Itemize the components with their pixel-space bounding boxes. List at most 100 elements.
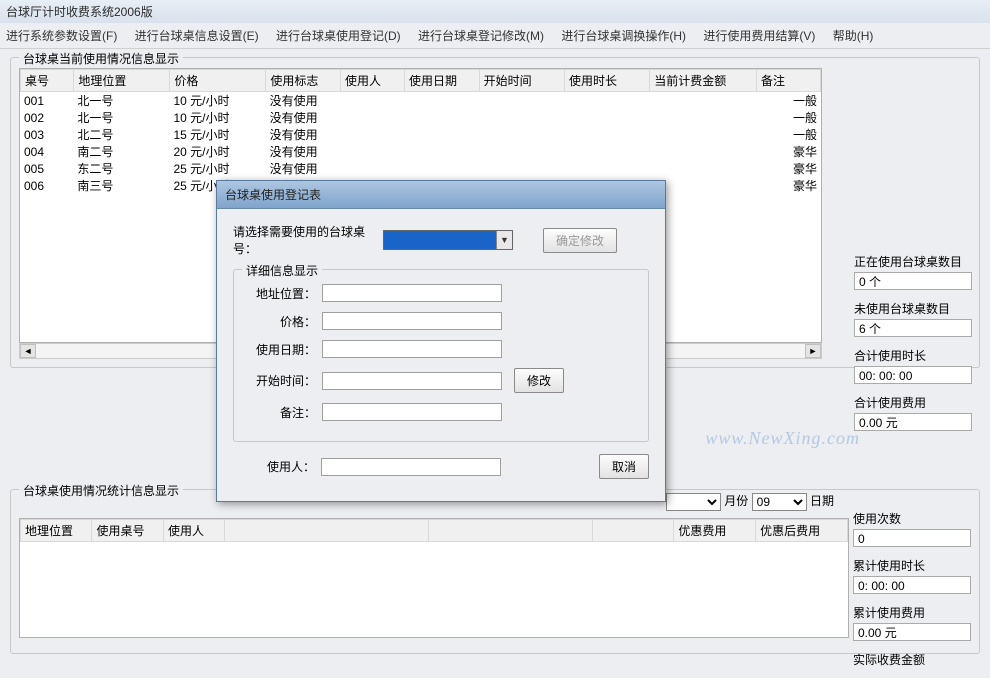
- menu-item[interactable]: 进行台球桌信息设置(E): [135, 29, 259, 43]
- addr-input[interactable]: [322, 284, 502, 302]
- table-cell: 20 元/小时: [170, 143, 266, 160]
- table-row[interactable]: 004南二号20 元/小时没有使用豪华: [20, 143, 821, 160]
- menu-item[interactable]: 帮助(H): [833, 29, 874, 43]
- table-select[interactable]: ▼: [383, 230, 513, 250]
- dropdown-icon[interactable]: ▼: [496, 231, 512, 249]
- table-cell: 豪华: [757, 177, 821, 194]
- table-cell: [340, 143, 404, 160]
- menubar: 进行系统参数设置(F) 进行台球桌信息设置(E) 进行台球桌使用登记(D) 进行…: [0, 23, 990, 49]
- filter-combo[interactable]: [666, 493, 721, 511]
- table-cell: 003: [20, 126, 73, 143]
- table-cell: 10 元/小时: [170, 109, 266, 126]
- table-cell: [404, 92, 479, 109]
- scroll-left-icon[interactable]: ◄: [20, 344, 36, 358]
- table-cell: 没有使用: [266, 109, 341, 126]
- column-header[interactable]: 桌号: [21, 70, 74, 92]
- table-cell: 南二号: [73, 143, 169, 160]
- column-header[interactable]: 当前计费金额: [650, 70, 757, 92]
- table-cell: 006: [20, 177, 73, 194]
- stat-label: 正在使用台球桌数目: [854, 253, 972, 270]
- date-label: 使用日期：: [246, 341, 316, 358]
- table-cell: [404, 109, 479, 126]
- table-cell: [650, 177, 757, 194]
- start-input[interactable]: [322, 372, 502, 390]
- table-cell: 没有使用: [266, 92, 341, 109]
- table-row[interactable]: 002北一号10 元/小时没有使用一般: [20, 109, 821, 126]
- table-cell: [565, 109, 650, 126]
- stat-value: 6 个: [854, 319, 972, 337]
- stat-value: 0 个: [854, 272, 972, 290]
- modify-button[interactable]: 修改: [514, 368, 564, 393]
- column-header[interactable]: 使用时长: [564, 70, 649, 92]
- remark-label: 备注：: [246, 404, 316, 421]
- month-combo[interactable]: 09: [752, 493, 807, 511]
- menu-item[interactable]: 进行使用费用结算(V): [703, 29, 815, 43]
- table-row[interactable]: 003北二号15 元/小时没有使用一般: [20, 126, 821, 143]
- stat-value: 00: 00: 00: [854, 366, 972, 384]
- select-label: 请选择需要使用的台球桌号：: [233, 223, 383, 257]
- scroll-right-icon[interactable]: ►: [805, 344, 821, 358]
- table-cell: 10 元/小时: [170, 92, 266, 109]
- menu-item[interactable]: 进行系统参数设置(F): [6, 29, 117, 43]
- addr-label: 地址位置：: [246, 285, 316, 302]
- column-header[interactable]: 价格: [170, 70, 266, 92]
- table-cell: [479, 143, 564, 160]
- table-row[interactable]: 005东二号25 元/小时没有使用豪华: [20, 160, 821, 177]
- stat-label: 合计使用时长: [854, 347, 972, 364]
- column-header[interactable]: 使用人: [340, 70, 404, 92]
- column-header[interactable]: [225, 520, 429, 542]
- table-cell: 一般: [757, 126, 821, 143]
- column-header[interactable]: 使用日期: [404, 70, 479, 92]
- column-header[interactable]: [592, 520, 674, 542]
- column-header[interactable]: 优惠费用: [674, 520, 756, 542]
- register-dialog: 台球桌使用登记表 请选择需要使用的台球桌号： ▼ 确定修改 详细信息显示 地址位…: [216, 180, 666, 502]
- column-header[interactable]: 优惠后费用: [756, 520, 848, 542]
- stat-value: 0: [853, 529, 971, 547]
- column-header[interactable]: [429, 520, 592, 542]
- table-cell: [340, 92, 404, 109]
- table-cell: [650, 126, 757, 143]
- table-cell: 25 元/小时: [170, 160, 266, 177]
- table-cell: [479, 92, 564, 109]
- table-cell: [479, 126, 564, 143]
- column-header[interactable]: 开始时间: [479, 70, 564, 92]
- stat-value: 0.00 元: [854, 413, 972, 431]
- window-titlebar: 台球厅计时收费系统2006版: [0, 0, 990, 23]
- table-cell: 北一号: [73, 109, 169, 126]
- column-header[interactable]: 地理位置: [74, 70, 170, 92]
- table-cell: [479, 160, 564, 177]
- table-cell: 没有使用: [266, 160, 341, 177]
- table-cell: [650, 92, 757, 109]
- user-input[interactable]: [321, 458, 501, 476]
- table-cell: 一般: [757, 92, 821, 109]
- column-header[interactable]: 使用人: [163, 520, 224, 542]
- stat-value: 0: 00: 00: [853, 576, 971, 594]
- stat-label: 合计使用费用: [854, 394, 972, 411]
- table-cell: 002: [20, 109, 73, 126]
- table-cell: 001: [20, 92, 73, 109]
- stat-value: 0.00 元: [853, 623, 971, 641]
- column-header[interactable]: 地理位置: [21, 520, 92, 542]
- column-header[interactable]: 使用标志: [266, 70, 341, 92]
- table-row[interactable]: 001北一号10 元/小时没有使用一般: [20, 92, 821, 109]
- column-header[interactable]: 使用桌号: [92, 520, 163, 542]
- price-input[interactable]: [322, 312, 502, 330]
- column-header[interactable]: 备注: [756, 70, 820, 92]
- confirm-button[interactable]: 确定修改: [543, 228, 617, 253]
- date-input[interactable]: [322, 340, 502, 358]
- menu-item[interactable]: 进行台球桌使用登记(D): [276, 29, 401, 43]
- remark-input[interactable]: [322, 403, 502, 421]
- menu-item[interactable]: 进行台球桌调换操作(H): [561, 29, 686, 43]
- stats-table: 地理位置使用桌号使用人 优惠费用优惠后费用: [19, 518, 849, 638]
- group-title: 台球桌使用情况统计信息显示: [19, 482, 183, 499]
- table-cell: [404, 143, 479, 160]
- menu-item[interactable]: 进行台球桌登记修改(M): [418, 29, 544, 43]
- stats-usage-group: 台球桌使用情况统计信息显示 月份 09 日期 地理位置使用桌号使用人优惠费用优惠…: [10, 489, 980, 654]
- table-cell: [650, 109, 757, 126]
- month-label: 月份: [724, 494, 748, 508]
- table-cell: [340, 109, 404, 126]
- table-cell: [650, 160, 757, 177]
- group-title: 台球桌当前使用情况信息显示: [19, 50, 183, 67]
- cancel-button[interactable]: 取消: [599, 454, 649, 479]
- table-cell: 没有使用: [266, 143, 341, 160]
